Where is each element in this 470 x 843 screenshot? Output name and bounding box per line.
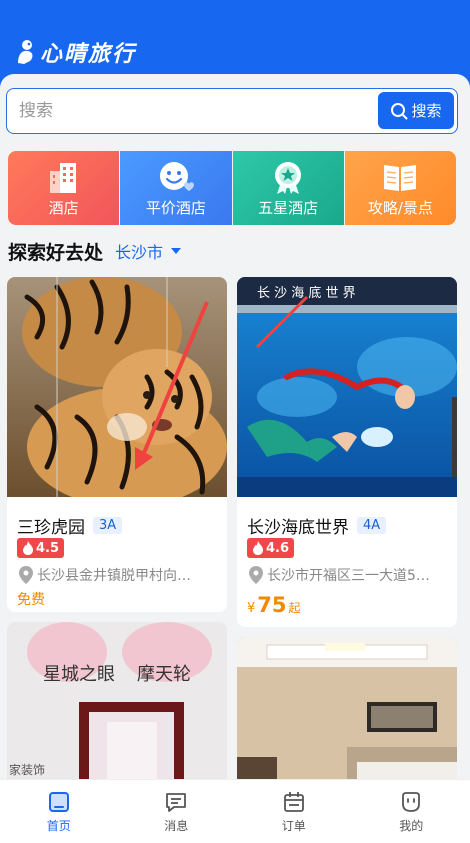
category-budget-hotel[interactable]: 平价酒店 — [120, 151, 232, 225]
price-currency: ¥ — [247, 601, 256, 616]
photo-text-primary: 星城之眼 — [43, 664, 115, 685]
price-free: 免费 — [17, 592, 45, 608]
tab-label: 我的 — [399, 818, 424, 833]
category-hotel[interactable]: 酒店 — [8, 151, 120, 225]
category-label: 攻略/景点 — [367, 199, 433, 217]
attraction-photo — [7, 277, 227, 497]
attraction-card[interactable]: 星城之眼 摩天轮 家装饰 — [7, 622, 227, 779]
flame-icon — [253, 541, 263, 555]
category-row: 酒店 平价酒店 五星酒店 攻略/景点 — [8, 151, 456, 225]
location-pin-icon — [249, 566, 263, 584]
search-bar: 搜索 — [6, 88, 458, 134]
category-guides-attractions[interactable]: 攻略/景点 — [344, 151, 456, 225]
attraction-name: 三珍虎园 — [17, 518, 85, 538]
attraction-photo: 长 沙 海 底 世 界 — [237, 277, 457, 497]
price: ¥ 75 起 — [247, 593, 301, 617]
attraction-name: 长沙海底世界 — [247, 518, 349, 538]
location-pin-icon — [19, 566, 33, 584]
main-content: 搜索 酒店 平价酒店 — [0, 74, 470, 779]
hotel-photo — [237, 637, 457, 779]
search-button-label: 搜索 — [411, 102, 442, 120]
book-icon — [384, 165, 417, 191]
caret-down-icon — [171, 248, 182, 254]
photo-text-secondary: 摩天轮 — [137, 664, 191, 685]
attraction-card[interactable]: 长 沙 海 底 世 界 长沙海底世界 4A 4.6 长沙市开福区三一大道5… ¥… — [237, 277, 457, 627]
calendar-icon — [283, 791, 304, 812]
rating-value: 4.5 — [36, 540, 60, 556]
address-text: 长沙市开福区三一大道5… — [267, 568, 430, 584]
building-icon — [49, 163, 76, 193]
tab-label: 订单 — [281, 818, 306, 833]
city-selector[interactable]: 长沙市 — [115, 239, 182, 263]
message-icon — [166, 792, 187, 812]
star-badge-icon — [275, 162, 302, 194]
city-name: 长沙市 — [115, 243, 164, 262]
smile-icon — [159, 162, 194, 191]
profile-face-icon — [402, 791, 421, 812]
category-five-star-hotel[interactable]: 五星酒店 — [232, 151, 344, 225]
grade-badge: 3A — [93, 517, 123, 534]
price-value: 75 — [257, 593, 287, 617]
explore-header: 探索好去处 长沙市 — [8, 238, 182, 264]
tab-label: 首页 — [46, 818, 71, 833]
rating-badge: 4.6 — [247, 538, 295, 558]
tab-label: 消息 — [164, 818, 189, 833]
rating-badge: 4.5 — [17, 538, 65, 558]
address-row: 长沙县金井镇脱甲村向… — [19, 565, 214, 585]
search-icon — [391, 102, 408, 119]
card-title-row: 三珍虎园 3A — [17, 513, 123, 538]
search-input[interactable] — [19, 99, 359, 123]
price-suffix: 起 — [288, 601, 301, 615]
app-title: 心晴旅行 — [40, 42, 137, 67]
rating-value: 4.6 — [266, 540, 290, 556]
category-label: 平价酒店 — [145, 199, 206, 217]
hotel-card[interactable] — [237, 637, 457, 779]
tab-profile[interactable]: 我的 — [353, 780, 470, 843]
grade-badge: 4A — [357, 517, 387, 534]
photo-text-side: 家装饰 — [9, 762, 45, 777]
section-title: 探索好去处 — [8, 241, 104, 264]
app-logo: 心晴旅行 — [14, 36, 136, 68]
category-label: 酒店 — [48, 199, 79, 217]
tab-messages[interactable]: 消息 — [118, 780, 236, 843]
tab-home[interactable]: 首页 — [0, 780, 118, 843]
search-button[interactable]: 搜索 — [378, 92, 454, 129]
traveler-icon — [18, 40, 33, 64]
address-row: 长沙市开福区三一大道5… — [249, 565, 444, 585]
address-text: 长沙县金井镇脱甲村向… — [37, 568, 191, 584]
attraction-photo: 星城之眼 摩天轮 家装饰 — [7, 622, 227, 779]
bottom-tab-bar: 首页 消息 订单 我的 — [0, 779, 470, 843]
category-label: 五星酒店 — [258, 199, 319, 217]
card-title-row: 长沙海底世界 4A — [247, 513, 387, 538]
tab-orders[interactable]: 订单 — [235, 780, 353, 843]
flame-icon — [23, 541, 33, 555]
home-icon — [48, 791, 69, 812]
attraction-card[interactable]: 三珍虎园 3A 4.5 长沙县金井镇脱甲村向… 免费 — [7, 277, 227, 612]
